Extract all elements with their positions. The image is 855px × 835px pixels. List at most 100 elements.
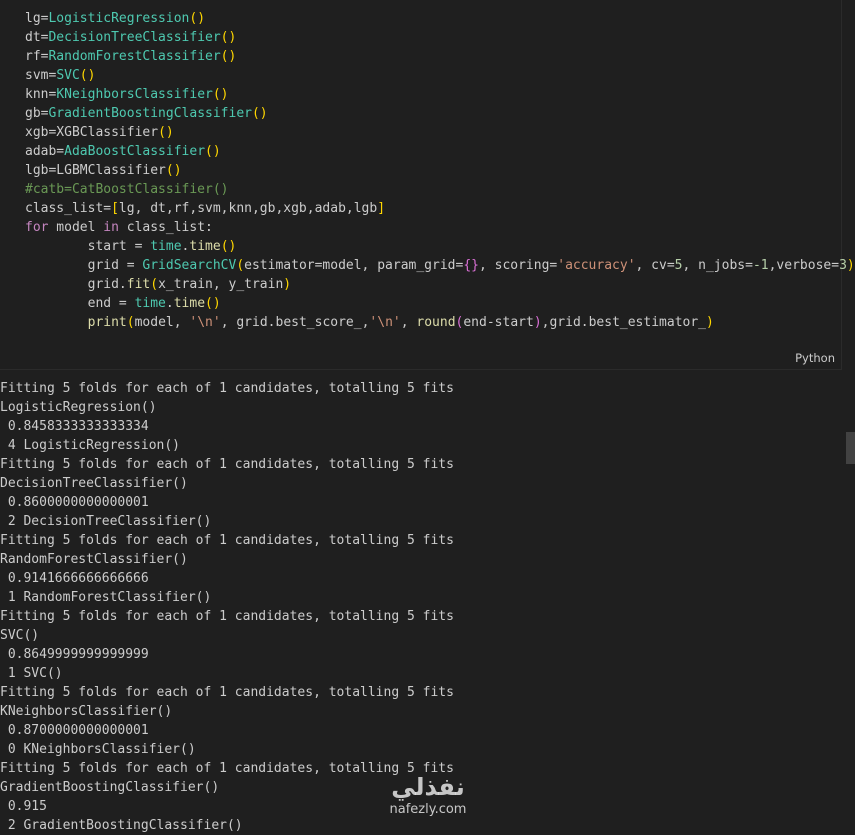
- code-token: end =: [25, 296, 135, 311]
- code-token: , n_jobs=: [682, 258, 753, 273]
- code-token: '\n': [369, 315, 401, 330]
- code-token: knn=: [25, 87, 57, 102]
- code-token: xgb=XGBClassifier: [25, 125, 159, 140]
- code-token: , cv=: [635, 258, 675, 273]
- code-line: print(model, '\n', grid.best_score_,'\n'…: [25, 313, 855, 332]
- code-token: dt=: [25, 30, 49, 45]
- output-line: 0.8458333333333334: [0, 419, 149, 434]
- code-line: start = time.time(): [25, 237, 855, 256]
- code-token: grid.: [25, 277, 127, 292]
- code-token: model: [48, 220, 104, 235]
- output-line: 1 RandomForestClassifier(): [0, 590, 212, 605]
- code-token: rf=: [25, 49, 49, 64]
- code-token: (): [189, 11, 206, 26]
- code-token: adab=: [25, 144, 65, 159]
- code-token: 5: [674, 258, 683, 273]
- code-token: {}: [463, 258, 479, 273]
- code-token: lg, dt,rf,svm,knn,gb,xgb,adab,lgb: [118, 201, 378, 216]
- code-token: end-start: [463, 315, 534, 330]
- code-token: (): [79, 68, 96, 83]
- output-line: Fitting 5 folds for each of 1 candidates…: [0, 381, 454, 396]
- code-line: knn=KNeighborsClassifier(): [25, 85, 855, 104]
- output-line: LogisticRegression(): [0, 400, 157, 415]
- code-token: DecisionTreeClassifier: [48, 30, 221, 45]
- code-editor[interactable]: lg=LogisticRegression() dt=DecisionTreeCl…: [25, 9, 855, 332]
- watermark-logo: نفذلي nafezly.com: [372, 772, 484, 830]
- code-line: dt=DecisionTreeClassifier(): [25, 28, 855, 47]
- code-token: #catb=CatBoostClassifier(): [25, 182, 229, 197]
- code-token: ]: [377, 201, 386, 216]
- output-line: 0.8649999999999999: [0, 647, 149, 662]
- code-token: , grid.best_score_,: [220, 315, 370, 330]
- code-line: grid = GridSearchCV(estimator=model, par…: [25, 256, 855, 275]
- code-line: for model in class_list:: [25, 218, 855, 237]
- output-line: 1 SVC(): [0, 666, 63, 681]
- output-line: RandomForestClassifier(): [0, 552, 188, 567]
- code-line: gb=GradientBoostingClassifier(): [25, 104, 855, 123]
- code-token: ): [706, 315, 714, 330]
- code-token: time: [189, 239, 221, 254]
- code-token: model,: [134, 315, 190, 330]
- code-token: ): [846, 258, 855, 273]
- code-token: ,: [400, 315, 417, 330]
- watermark-url: nafezly.com: [389, 802, 467, 817]
- code-token: '\n': [189, 315, 221, 330]
- code-token: ,grid.best_estimator_: [541, 315, 707, 330]
- code-token: -1: [752, 258, 769, 273]
- code-token: (): [251, 106, 268, 121]
- code-line: class_list=[lg, dt,rf,svm,knn,gb,xgb,ada…: [25, 199, 855, 218]
- code-token: GradientBoostingClassifier: [48, 106, 252, 121]
- code-token: (: [236, 258, 245, 273]
- output-line: Fitting 5 folds for each of 1 candidates…: [0, 457, 454, 472]
- code-token: [: [111, 201, 119, 216]
- code-token: lg=: [25, 11, 49, 26]
- code-token: estimator=model, param_grid=: [244, 258, 464, 273]
- code-token: RandomForestClassifier: [48, 49, 221, 64]
- code-line: adab=AdaBoostClassifier(): [25, 142, 855, 161]
- code-cell[interactable]: lg=LogisticRegression() dt=DecisionTreeCl…: [0, 0, 855, 370]
- output-line: Fitting 5 folds for each of 1 candidates…: [0, 685, 454, 700]
- watermark-mark: نفذلي: [391, 773, 465, 801]
- output-line: 0.8600000000000001: [0, 495, 149, 510]
- code-token: (): [158, 125, 174, 140]
- code-token: ): [533, 315, 542, 330]
- code-token: (): [220, 49, 237, 64]
- code-token: grid =: [25, 258, 143, 273]
- code-line: grid.fit(x_train, y_train): [25, 275, 855, 294]
- output-line: DecisionTreeClassifier(): [0, 476, 188, 491]
- code-token: AdaBoostClassifier: [64, 144, 206, 159]
- code-line: end = time.time(): [25, 294, 855, 313]
- cell-output: Fitting 5 folds for each of 1 candidates…: [0, 379, 855, 835]
- code-token: (): [212, 87, 229, 102]
- code-token: SVC: [56, 68, 80, 83]
- code-token: LogisticRegression: [48, 11, 190, 26]
- code-token: ): [283, 277, 292, 292]
- code-token: class_list=: [25, 201, 112, 216]
- code-line: xgb=XGBClassifier(): [25, 123, 855, 142]
- code-token: .: [165, 296, 174, 311]
- code-line: rf=RandomForestClassifier(): [25, 47, 855, 66]
- code-token: (: [150, 277, 159, 292]
- code-token: time: [134, 296, 166, 311]
- code-token: x_train, y_train: [158, 277, 284, 292]
- code-token: class_list:: [118, 220, 213, 235]
- output-line: 0.8700000000000001: [0, 723, 149, 738]
- output-line: 2 DecisionTreeClassifier(): [0, 514, 212, 529]
- code-token: (): [220, 239, 237, 254]
- code-token: 3: [839, 258, 847, 273]
- scrollbar-thumb[interactable]: [846, 432, 855, 464]
- code-token: lgb=LGBMClassifier: [25, 163, 166, 178]
- language-label[interactable]: Python: [795, 351, 835, 365]
- code-token: KNeighborsClassifier: [56, 87, 213, 102]
- code-line: svm=SVC(): [25, 66, 855, 85]
- output-line: 0 KNeighborsClassifier(): [0, 742, 196, 757]
- code-token: start =: [25, 239, 151, 254]
- code-token: (: [126, 315, 135, 330]
- output-line: 4 LogisticRegression(): [0, 438, 181, 453]
- code-token: gb=: [25, 106, 49, 121]
- code-token: (): [220, 30, 237, 45]
- output-line: KNeighborsClassifier(): [0, 704, 173, 719]
- code-token: svm=: [25, 68, 57, 83]
- code-line: lgb=LGBMClassifier(): [25, 161, 855, 180]
